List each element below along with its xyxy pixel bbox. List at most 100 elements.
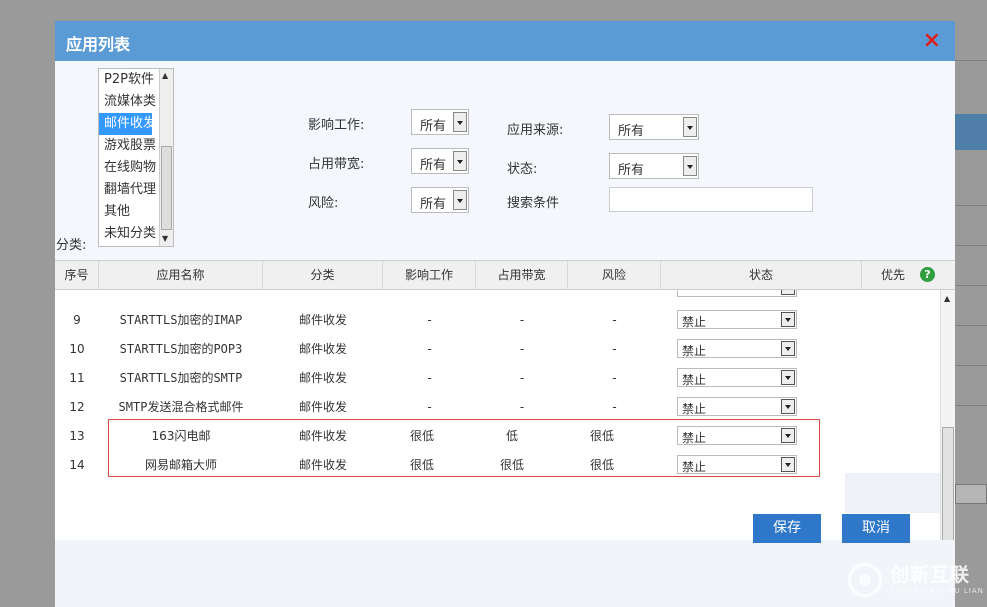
cell-name: STARTTLS加密的IMAP (119, 313, 243, 327)
cell-no: 10 (69, 342, 85, 356)
background-divider (955, 60, 987, 61)
column-header: 应用名称 (99, 261, 263, 290)
filter-panel (55, 61, 955, 260)
app-table-body: 9 STARTTLS加密的IMAP 邮件收发 - - - 禁止 10 START… (55, 290, 940, 538)
bandwidth-select[interactable]: 所有 (411, 148, 469, 174)
chevron-down-icon[interactable] (453, 151, 467, 171)
background-divider (955, 285, 987, 286)
cancel-button[interactable]: 取消 (842, 514, 910, 543)
status-select[interactable]: 禁止 (677, 310, 797, 329)
close-icon[interactable]: × (923, 28, 941, 53)
status-label: 状态: (507, 162, 538, 177)
status-select-value: 禁止 (682, 402, 707, 416)
dialog-header: 应用列表 × (55, 21, 955, 61)
app-list-dialog: 应用列表 × 分类: P2P软件 流媒体类 邮件收发 游戏股票 在线购物 翻墙代… (55, 21, 955, 607)
column-header: 分类 (263, 261, 383, 290)
impact-select-value: 所有 (420, 119, 447, 134)
bandwidth-label: 占用带宽: (308, 157, 365, 172)
column-header: 状态 (661, 261, 862, 290)
dialog-title: 应用列表 (66, 35, 131, 54)
bandwidth-select-value: 所有 (420, 158, 447, 173)
watermark-en: CHUANG XIN HU LIAN (890, 586, 984, 595)
scroll-up-icon[interactable]: ▲ (944, 294, 950, 303)
column-header: 序号 (55, 261, 99, 290)
column-header: 优先 (881, 268, 906, 282)
column-header: 占用带宽 (476, 261, 568, 290)
cell-no: 14 (69, 458, 85, 472)
status-select[interactable]: 禁止 (677, 368, 797, 387)
cell-impact: - (427, 342, 432, 356)
cell-no: 12 (69, 400, 85, 414)
cell-category: 邮件收发 (298, 313, 347, 327)
chevron-down-icon[interactable] (781, 370, 795, 385)
chevron-down-icon[interactable] (781, 312, 795, 327)
chevron-down-icon[interactable] (453, 190, 467, 210)
source-select[interactable]: 所有 (609, 114, 699, 140)
highlight-annotation-box (108, 419, 820, 477)
background-divider (955, 245, 987, 246)
impact-label: 影响工作: (308, 118, 365, 133)
status-select-value: 所有 (618, 163, 645, 178)
status-select-partial[interactable] (677, 290, 797, 297)
source-select-value: 所有 (618, 124, 645, 139)
table-scrollbar[interactable]: ▲ ▼ (940, 290, 955, 554)
cell-category: 邮件收发 (298, 371, 347, 385)
chevron-down-icon[interactable] (781, 341, 795, 356)
watermark: 创新互联 CHUANG XIN HU LIAN (848, 560, 984, 600)
watermark-text: 创新互联 CHUANG XIN HU LIAN (890, 563, 984, 595)
background-row-highlight (955, 114, 987, 150)
cell-no: 11 (69, 371, 85, 385)
chevron-down-icon[interactable] (683, 117, 697, 137)
save-button[interactable]: 保存 (753, 514, 821, 543)
status-select-value: 禁止 (682, 373, 707, 387)
status-select[interactable]: 禁止 (677, 339, 797, 358)
chevron-down-icon[interactable] (781, 290, 795, 295)
cell-no: 9 (73, 313, 81, 327)
scroll-thumb[interactable] (161, 146, 172, 230)
watermark-logo-icon (848, 563, 882, 597)
status-select[interactable]: 禁止 (677, 397, 797, 416)
cell-no: 13 (69, 429, 85, 443)
cell-impact: - (427, 371, 432, 385)
search-label: 搜索条件 (507, 196, 560, 211)
risk-label: 风险: (308, 196, 339, 211)
category-listbox[interactable]: P2P软件 流媒体类 邮件收发 游戏股票 在线购物 翻墙代理 其他 未知分类 ▲… (98, 68, 174, 247)
risk-select[interactable]: 所有 (411, 187, 469, 213)
cell-risk: - (612, 371, 617, 385)
source-label: 应用来源: (507, 123, 564, 138)
category-scrollbar[interactable]: ▲ ▼ (159, 69, 173, 246)
cell-bandwidth: - (519, 342, 525, 356)
cell-bandwidth: - (519, 371, 525, 385)
background-select (955, 484, 987, 504)
background-divider (955, 405, 987, 406)
status-select-value: 禁止 (682, 344, 707, 358)
cell-impact: - (427, 313, 432, 327)
column-header: 风险 (568, 261, 661, 290)
dialog-footer (55, 540, 955, 607)
scroll-thumb[interactable] (942, 427, 954, 552)
status-select-value: 禁止 (682, 315, 707, 329)
background-divider (955, 205, 987, 206)
chevron-down-icon[interactable] (683, 156, 697, 176)
search-input[interactable] (609, 187, 813, 212)
column-header: 影响工作 (383, 261, 476, 290)
background-divider (955, 365, 987, 366)
cell-name: STARTTLS加密的POP3 (119, 342, 243, 356)
category-label: 分类: (56, 238, 87, 253)
scroll-up-icon[interactable]: ▲ (162, 71, 168, 80)
chevron-down-icon[interactable] (453, 112, 467, 132)
chevron-down-icon[interactable] (781, 399, 795, 414)
cell-bandwidth: - (519, 313, 525, 327)
help-icon[interactable]: ? (920, 267, 935, 282)
watermark-cn: 创新互联 (890, 563, 971, 586)
cell-name: STARTTLS加密的SMTP (119, 371, 243, 385)
cell-risk: - (612, 313, 617, 327)
table-row: 9 STARTTLS加密的IMAP 邮件收发 - - - 禁止 (55, 308, 940, 337)
scroll-down-icon[interactable]: ▼ (162, 234, 168, 243)
risk-select-value: 所有 (420, 197, 447, 212)
impact-select[interactable]: 所有 (411, 109, 469, 135)
status-select[interactable]: 所有 (609, 153, 699, 179)
category-option-selected[interactable]: 邮件收发 (99, 113, 156, 135)
background-divider (955, 325, 987, 326)
cell-risk: - (612, 342, 617, 356)
